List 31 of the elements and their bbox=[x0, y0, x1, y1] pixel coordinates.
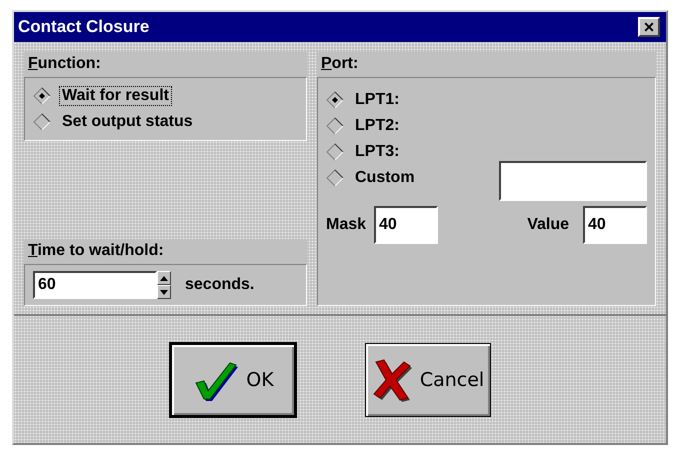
time-input-field[interactable]: 60 bbox=[33, 271, 157, 299]
down-arrow-icon bbox=[160, 290, 168, 294]
radio-button[interactable] bbox=[326, 143, 344, 161]
radio-label[interactable]: LPT3: bbox=[352, 142, 402, 162]
custom-input-field[interactable] bbox=[499, 161, 647, 201]
cancel-button[interactable]: Cancel bbox=[365, 342, 491, 416]
radio-button[interactable] bbox=[326, 117, 344, 135]
group-label: Time to wait/hold: bbox=[24, 239, 307, 264]
radio-label[interactable]: LPT1: bbox=[352, 90, 402, 110]
group-label: Port: bbox=[317, 52, 656, 77]
ok-button[interactable]: OK bbox=[169, 342, 297, 418]
radio-label[interactable]: Wait for result bbox=[59, 86, 172, 106]
group-label: Function: bbox=[24, 52, 307, 77]
spin-down-button[interactable] bbox=[157, 285, 171, 299]
close-button[interactable]: × bbox=[638, 17, 660, 37]
radio-button[interactable] bbox=[33, 87, 51, 105]
x-icon bbox=[372, 358, 412, 402]
mask-label: Mask bbox=[326, 216, 366, 234]
radio-label[interactable]: Custom bbox=[352, 168, 418, 188]
value-input-field[interactable]: 40 bbox=[583, 206, 647, 244]
radio-button[interactable] bbox=[33, 113, 51, 131]
radio-label[interactable]: LPT2: bbox=[352, 116, 402, 136]
unit-label: seconds. bbox=[185, 276, 254, 294]
mask-input-field[interactable]: 40 bbox=[374, 206, 438, 244]
radio-button[interactable] bbox=[326, 169, 344, 187]
value-label: Value bbox=[527, 216, 569, 234]
radio-button[interactable] bbox=[326, 91, 344, 109]
up-arrow-icon bbox=[160, 276, 168, 280]
window-title: Contact Closure bbox=[18, 17, 150, 37]
spin-up-button[interactable] bbox=[157, 271, 171, 285]
radio-label[interactable]: Set output status bbox=[59, 112, 196, 132]
